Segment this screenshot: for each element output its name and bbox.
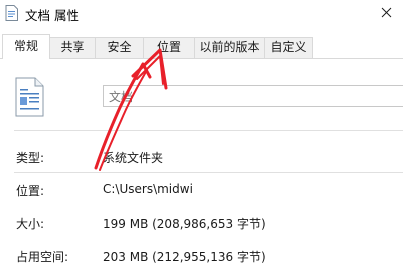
title-bar: 文档 属性 <box>0 0 403 26</box>
tab-security[interactable]: 安全 <box>95 37 144 58</box>
disk-size-value: 203 MB (212,955,136 字节) <box>103 250 266 264</box>
location-value: C:\Users\midwi <box>103 182 193 196</box>
close-icon <box>381 7 392 18</box>
tab-previous-versions[interactable]: 以前的版本 <box>194 37 265 58</box>
close-button[interactable] <box>370 0 403 26</box>
tab-customize[interactable]: 自定义 <box>264 37 313 58</box>
type-value: 系统文件夹 <box>103 151 164 165</box>
size-label: 大小: <box>16 217 45 231</box>
document-folder-icon <box>15 77 44 117</box>
folder-document-icon <box>5 5 18 21</box>
disk-size-label: 占用空间: <box>16 250 69 264</box>
divider <box>14 130 403 131</box>
window-title: 文档 属性 <box>25 8 79 23</box>
divider <box>14 172 403 173</box>
tab-general[interactable]: 常规 <box>2 34 50 59</box>
size-value: 199 MB (208,986,653 字节) <box>103 217 266 231</box>
tab-location[interactable]: 位置 <box>143 37 195 58</box>
tab-sharing[interactable]: 共享 <box>49 37 96 58</box>
type-label: 类型: <box>16 151 45 165</box>
location-label: 位置: <box>16 184 45 198</box>
folder-name-input[interactable] <box>103 85 403 107</box>
properties-window: 文档 属性 常规 共享 安全 位置 以前的版本 自定义 类型: 系统文件夹 位置… <box>0 0 403 276</box>
